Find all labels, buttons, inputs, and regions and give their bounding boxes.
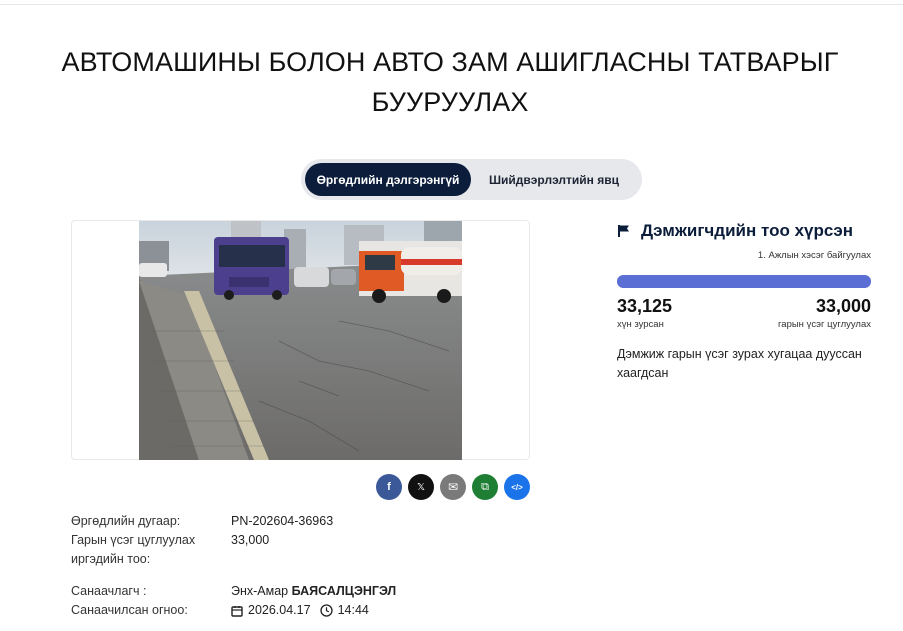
initiated-datetime: 2026.04.17 14:44: [231, 601, 369, 620]
petition-number: PN-202604-36963: [231, 514, 334, 528]
initiated-time: 14:44: [337, 603, 369, 617]
status-heading: Дэмжигчдийн тоо хүрсэн: [617, 221, 853, 241]
facebook-share-button[interactable]: f: [376, 474, 402, 500]
page-title: АВТОМАШИНЫ БОЛОН АВТО ЗАМ АШИГЛАСНЫ ТАТВ…: [61, 47, 839, 117]
tab-petition-details[interactable]: Өргөдлийн дэлгэрэнгүй: [305, 163, 471, 196]
copy-link-button[interactable]: ⧉: [472, 474, 498, 500]
tab-resolution-progress[interactable]: Шийдвэрлэлтийн явц: [471, 163, 637, 196]
signature-goal-label: гарын үсэг цуглуулах: [778, 319, 871, 330]
facebook-icon: f: [387, 481, 391, 493]
street-photo: [139, 221, 462, 460]
tab-switcher: Өргөдлийн дэлгэрэнгүй Шийдвэрлэлтийн явц: [301, 159, 642, 200]
embed-button[interactable]: </>: [504, 474, 530, 500]
email-share-button[interactable]: ✉: [440, 474, 466, 500]
status-title: Дэмжигчдийн тоо хүрсэн: [641, 221, 853, 240]
email-icon: ✉: [447, 480, 459, 494]
signature-goal-label-line1: Гарын үсэг цуглуулах: [71, 533, 196, 547]
x-share-button[interactable]: 𝕏: [408, 474, 434, 500]
initiator-name: Энх-Амар БАЯСАЛЦЭНГЭЛ: [231, 582, 396, 601]
initiator-last-name: БАЯСАЛЦЭНГЭЛ: [291, 584, 397, 598]
current-stage: 1. Ажлын хэсэг байгуулах: [757, 250, 871, 261]
signature-goal: 33,000: [815, 296, 871, 316]
signature-count: 33,125: [617, 296, 673, 316]
petition-number-label: Өргөдлийн дугаар:: [71, 514, 181, 528]
clock-icon: [319, 604, 333, 617]
x-icon: 𝕏: [416, 481, 426, 493]
date-label: Санаачилсан огноо:: [71, 603, 188, 617]
copy-icon: ⧉: [481, 480, 489, 493]
initiator-label: Санаачлагч :: [71, 584, 147, 598]
signature-progress-fill: [617, 275, 871, 288]
signature-count-label: хүн зурсан: [617, 319, 664, 330]
signature-goal-label-line2: иргэдийн тоо:: [71, 552, 151, 566]
petition-image-frame: [71, 220, 530, 460]
flag-icon: [618, 225, 629, 237]
initiated-date: 2026.04.17: [248, 603, 311, 617]
calendar-icon: [231, 605, 243, 617]
initiator-first-name: Энх-Амар: [231, 584, 289, 598]
code-icon: </>: [511, 482, 523, 492]
top-divider: [0, 4, 903, 5]
closed-notice: Дэмжиж гарын үсэг зурах хугацаа дууссан …: [617, 347, 862, 380]
signature-goal-value: 33,000: [231, 533, 270, 547]
signature-progress-bar: [617, 275, 871, 288]
